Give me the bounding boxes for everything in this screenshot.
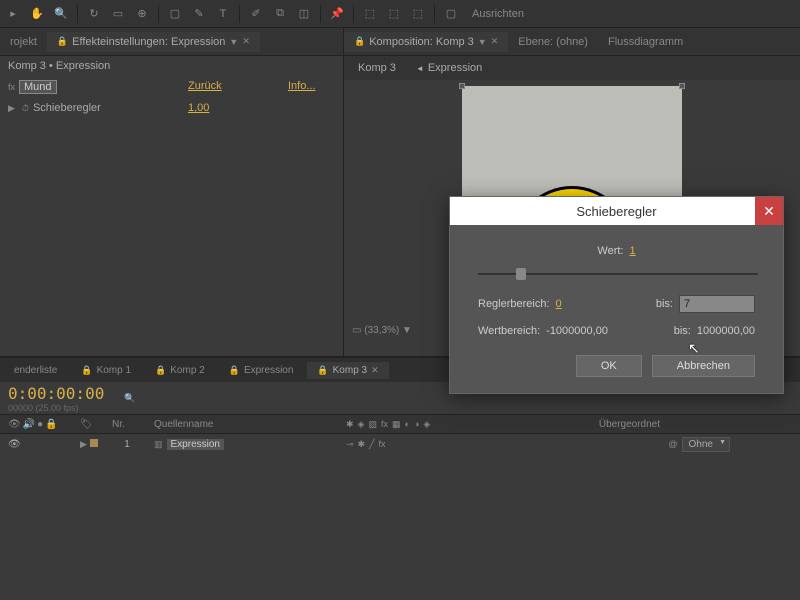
fx-switch-icon[interactable]: fx <box>379 439 386 450</box>
timecode-sub: 00000 (25.00 fps) <box>8 403 104 413</box>
label-col-icon: 🏷 <box>80 419 93 430</box>
bis-label-2: bis: <box>674 325 691 337</box>
slider-param-label: Schieberegler <box>33 102 101 114</box>
eraser-tool-icon[interactable]: ◫ <box>296 6 312 22</box>
parent-header: Übergeordnet <box>599 419 660 430</box>
bis-input[interactable] <box>679 295 755 313</box>
comp-nav-1[interactable]: Komp 3 <box>352 60 402 76</box>
flowchart-tab[interactable]: Flussdiagramm <box>598 32 693 52</box>
project-tab[interactable]: rojekt <box>0 32 47 52</box>
world-axis-icon[interactable]: ⬚ <box>386 6 402 22</box>
camera-tool-icon[interactable]: ▭ <box>110 6 126 22</box>
hand-tool-icon[interactable]: ✋ <box>29 6 45 22</box>
wertbereich-min: -1000000,00 <box>546 325 608 337</box>
frame-blend-icon[interactable]: ▦ <box>392 419 401 430</box>
snap-icon[interactable]: ▢ <box>443 6 459 22</box>
effect-settings-tab[interactable]: 🔒 Effekteinstellungen: Expression ▼✕ <box>47 32 260 52</box>
solo-col-icon: ● <box>37 419 43 430</box>
effect-reset-link[interactable]: Zurück <box>188 80 288 94</box>
stopwatch-icon[interactable]: ⏱ <box>22 103 29 114</box>
fx-icon[interactable]: fx <box>8 82 15 92</box>
effect-name-box[interactable]: Mund <box>19 80 57 94</box>
bis-label-1: bis: <box>656 298 673 310</box>
quality-icon[interactable]: ▧ <box>368 419 377 430</box>
motion-blur-icon[interactable]: ◐ <box>405 419 410 430</box>
comp-nav-2[interactable]: Expression <box>410 60 488 76</box>
wert-value[interactable]: 1 <box>629 245 635 257</box>
render-queue-tab[interactable]: enderliste <box>4 362 67 379</box>
visibility-toggle-icon[interactable]: 👁 <box>8 439 21 450</box>
komp1-tab[interactable]: 🔒Komp 1 <box>71 362 141 379</box>
layer-name[interactable]: Expression <box>167 439 224 450</box>
pickwhip-icon[interactable]: @ <box>668 439 677 449</box>
parent-dropdown[interactable]: Ohne <box>682 437 730 452</box>
audio-col-icon: 🔊 <box>23 419 35 430</box>
comp-layer-icon: ▥ <box>154 439 163 450</box>
puppet-tool-icon[interactable]: 📌 <box>329 6 345 22</box>
clone-tool-icon[interactable]: ⧉ <box>272 6 288 22</box>
wertbereich-max: 1000000,00 <box>697 325 755 337</box>
zoom-tool-icon[interactable]: 🔍 <box>53 6 69 22</box>
3d-icon[interactable]: ◈ <box>423 419 430 430</box>
slider-track[interactable] <box>478 273 758 275</box>
effect-breadcrumb: Komp 3 • Expression <box>0 56 343 76</box>
dialog-title-text: Schieberegler <box>576 204 656 219</box>
slider-value[interactable]: 1,00 <box>188 102 209 114</box>
mode-icon[interactable]: ◈ <box>358 419 365 430</box>
selection-tool-icon[interactable]: ▸ <box>5 6 21 22</box>
reglerbereich-value[interactable]: 0 <box>556 298 562 310</box>
switches-icon[interactable]: ✱ <box>346 419 354 430</box>
slider-dialog: Schieberegler ✕ Wert: 1 Reglerbereich: 0… <box>449 196 784 394</box>
layer-twirl-icon[interactable]: ▶ <box>80 439 87 449</box>
dialog-titlebar[interactable]: Schieberegler ✕ <box>450 197 783 225</box>
layer-number: 1 <box>112 439 142 450</box>
handle-top-right-icon[interactable] <box>679 83 685 89</box>
composition-tab[interactable]: 🔒 Komposition: Komp 3 ▼✕ <box>344 32 508 52</box>
video-col-icon: 👁 <box>8 419 21 430</box>
wert-label: Wert: <box>597 245 623 257</box>
brush-tool-icon[interactable]: ✐ <box>248 6 264 22</box>
quality-switch-icon[interactable]: ╱ <box>369 439 374 450</box>
komp3-tab[interactable]: 🔒Komp 3 ✕ <box>307 362 388 379</box>
fx-col-icon[interactable]: fx <box>381 419 388 430</box>
pen-tool-icon[interactable]: ✎ <box>191 6 207 22</box>
close-button[interactable]: ✕ <box>755 197 783 225</box>
twirl-icon[interactable]: ▶ <box>8 103 15 114</box>
expression-tab[interactable]: 🔒Expression <box>219 362 304 379</box>
nr-header: Nr. <box>112 419 142 430</box>
current-timecode[interactable]: 0:00:00:00 <box>8 384 104 403</box>
search-icon[interactable]: 🔍 <box>124 393 135 404</box>
source-header[interactable]: Quellenname <box>154 419 334 430</box>
main-toolbar: ▸ ✋ 🔍 ↻ ▭ ⊕ ▢ ✎ T ✐ ⧉ ◫ 📌 ⬚ ⬚ ⬚ ▢ Ausric… <box>0 0 800 28</box>
align-label: Ausrichten <box>472 8 524 20</box>
ok-button[interactable]: OK <box>576 355 642 377</box>
layer-tab[interactable]: Ebene: (ohne) <box>508 32 598 52</box>
shy-icon[interactable]: ⊸ <box>346 439 354 450</box>
handle-top-left-icon[interactable] <box>459 83 465 89</box>
reglerbereich-label: Reglerbereich: <box>478 298 550 310</box>
lock-col-icon: 🔒 <box>45 419 57 430</box>
zoom-status[interactable]: ▭ (33,3%) ▼ <box>352 325 412 336</box>
table-row[interactable]: 👁 ▶ 1 ▥ Expression ⊸ ✱ ╱ fx @ Ohne <box>0 434 800 454</box>
cancel-button[interactable]: Abbrechen <box>652 355 755 377</box>
text-tool-icon[interactable]: T <box>215 6 231 22</box>
label-color-icon[interactable] <box>90 439 98 447</box>
effect-controls-panel: rojekt 🔒 Effekteinstellungen: Expression… <box>0 28 344 356</box>
local-axis-icon[interactable]: ⬚ <box>362 6 378 22</box>
effect-info-link[interactable]: Info... <box>288 80 316 94</box>
rotate-tool-icon[interactable]: ↻ <box>86 6 102 22</box>
wertbereich-label: Wertbereich: <box>478 325 540 337</box>
shape-tool-icon[interactable]: ▢ <box>167 6 183 22</box>
lock-icon: 🔒 <box>354 36 365 47</box>
collapse-icon[interactable]: ✱ <box>358 439 366 450</box>
anchor-tool-icon[interactable]: ⊕ <box>134 6 150 22</box>
view-axis-icon[interactable]: ⬚ <box>410 6 426 22</box>
slider-thumb-icon[interactable] <box>516 268 526 280</box>
lock-icon: 🔒 <box>57 36 68 47</box>
komp2-tab[interactable]: 🔒Komp 2 <box>145 362 215 379</box>
adjustment-icon[interactable]: ◑ <box>414 419 419 430</box>
